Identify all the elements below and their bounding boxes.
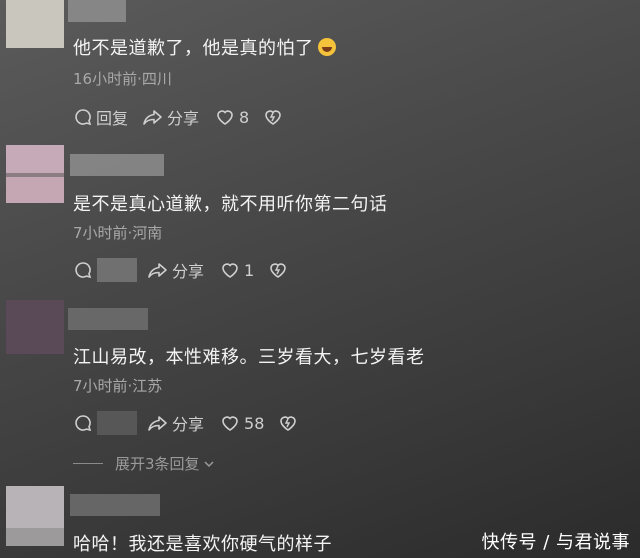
share-label: 分享 — [167, 109, 200, 128]
comment-text: 是不是真心道歉，就不用听你第二句话 — [73, 194, 388, 215]
dislike-heart-icon — [280, 416, 297, 431]
like-count: 58 — [244, 413, 265, 433]
reply-label-blurred — [97, 411, 137, 435]
comment-text: 哈哈！我还是喜欢你硬气的样子 — [73, 534, 332, 555]
reply-label: 回复 — [96, 109, 129, 128]
comment-meta: 7小时前·江苏 — [73, 377, 163, 395]
comment-icon — [75, 262, 92, 279]
comment-meta: 16小时前·四川 — [73, 70, 172, 88]
share-icon — [148, 263, 167, 278]
dislike-button[interactable] — [278, 413, 298, 433]
reply-button[interactable]: 回复 — [73, 105, 128, 129]
comment-actions: 分享 58 — [73, 411, 298, 435]
reply-button[interactable] — [73, 411, 137, 435]
share-icon — [148, 416, 167, 431]
avatar[interactable] — [6, 300, 64, 354]
dislike-heart-icon — [265, 110, 282, 125]
laughing-emoji-icon — [317, 38, 336, 56]
heart-icon — [217, 110, 233, 125]
watermark: 快传号 / 与君说事 — [481, 532, 630, 553]
share-icon — [143, 110, 162, 125]
comment-text: 江山易改，本性难移。三岁看大，七岁看老 — [73, 347, 425, 368]
comment-meta: 7小时前·河南 — [73, 224, 163, 242]
heart-icon — [222, 416, 238, 431]
comment-text: 他不是道歉了，他是真的怕了 — [73, 34, 336, 60]
comment-icon — [75, 415, 92, 432]
like-button[interactable]: 58 — [220, 413, 264, 433]
username-blurred[interactable] — [68, 308, 148, 330]
comment-actions: 分享 1 — [73, 258, 288, 282]
chevron-down-icon — [204, 460, 214, 467]
share-button[interactable]: 分享 — [147, 411, 204, 435]
heart-icon — [222, 263, 238, 278]
username-blurred[interactable] — [68, 0, 126, 22]
expand-replies-label: 展开3条回复 — [115, 455, 200, 473]
dislike-button[interactable] — [263, 107, 283, 127]
dislike-heart-icon — [270, 263, 287, 278]
username-blurred[interactable] — [70, 154, 164, 176]
share-button[interactable]: 分享 — [142, 105, 199, 129]
share-label: 分享 — [172, 262, 205, 281]
reply-button[interactable] — [73, 258, 137, 282]
like-count: 8 — [239, 107, 250, 127]
like-button[interactable]: 1 — [220, 260, 254, 280]
reply-label-blurred — [97, 258, 137, 282]
avatar[interactable] — [6, 486, 64, 546]
dislike-button[interactable] — [268, 260, 288, 280]
comment-actions: 回复 分享 8 — [73, 105, 283, 129]
expand-replies-button[interactable]: 展开3条回复 — [73, 453, 216, 474]
like-button[interactable]: 8 — [215, 107, 249, 127]
avatar[interactable] — [6, 145, 64, 203]
divider-line — [73, 463, 103, 464]
share-button[interactable]: 分享 — [147, 258, 204, 282]
username-blurred[interactable] — [70, 494, 160, 516]
avatar[interactable] — [6, 0, 64, 48]
like-count: 1 — [244, 260, 255, 280]
comment-icon — [75, 109, 92, 126]
share-label: 分享 — [172, 415, 205, 434]
